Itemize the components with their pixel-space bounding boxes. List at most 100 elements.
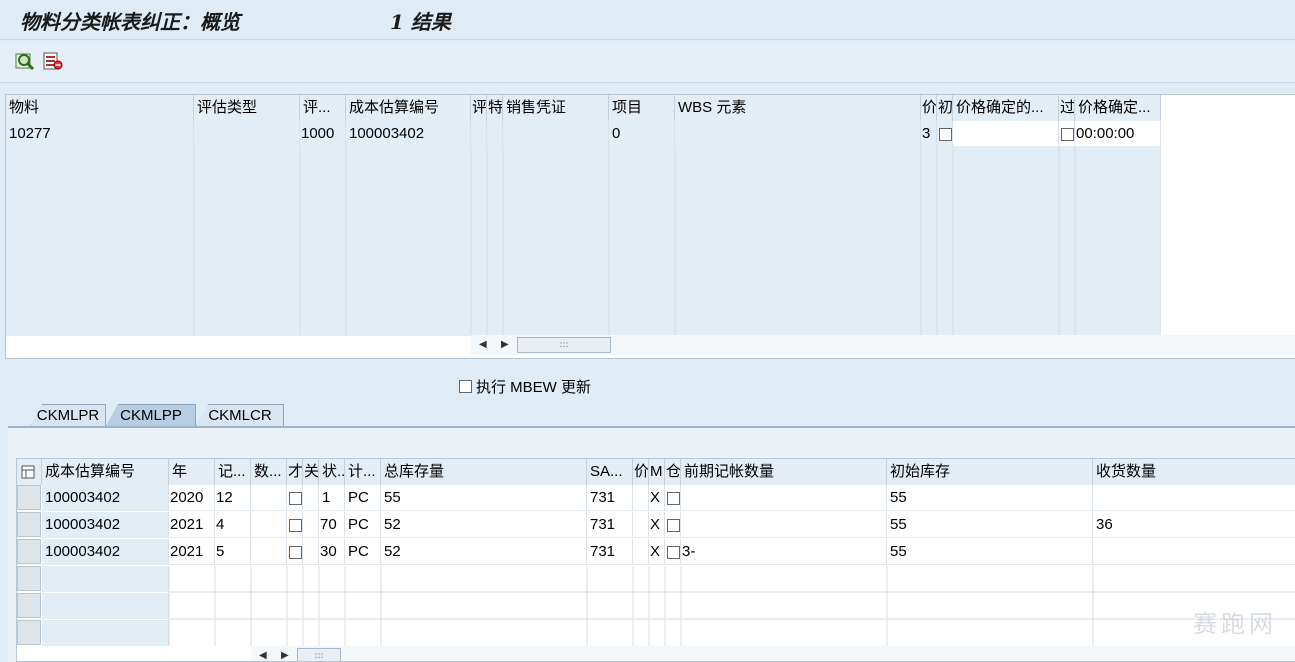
mbew-update-option[interactable]: 执行 MBEW 更新 <box>458 376 591 397</box>
cell-m: X <box>649 512 665 538</box>
cell-quantity <box>251 485 287 511</box>
scroll-left-icon[interactable]: ◀ <box>479 339 487 350</box>
cell-initial <box>937 121 953 147</box>
cell-total-stock: 55 <box>381 485 587 511</box>
not-checkbox[interactable] <box>289 545 302 559</box>
col-header-status[interactable]: 状... <box>319 459 345 485</box>
cell-warehouse <box>665 512 681 538</box>
col-header-sa[interactable]: SA... <box>587 459 633 485</box>
scroll-right-icon[interactable]: ▶ <box>281 650 289 661</box>
cell-posting-period: 5 <box>215 539 251 565</box>
not-checkbox[interactable] <box>289 518 302 532</box>
col-header-initial-stock[interactable]: 初始库存 <box>887 459 1093 485</box>
row-selector[interactable] <box>17 512 41 537</box>
cell-unit: PC <box>345 539 381 565</box>
horizontal-scrollbar[interactable]: ◀ ▶ ::: <box>471 335 1295 355</box>
cell-quantity <box>251 512 287 538</box>
grid-lines <box>193 147 1161 335</box>
mbew-update-checkbox[interactable] <box>459 380 472 393</box>
cell-price <box>633 512 649 538</box>
cell-m: X <box>649 539 665 565</box>
col-header-m[interactable]: M <box>649 459 665 485</box>
row-selector[interactable] <box>17 485 41 510</box>
col-header-initial[interactable]: 初 <box>937 95 953 121</box>
cell-initial-stock: 55 <box>887 539 1093 565</box>
col-header-not[interactable]: 才 <box>287 459 303 485</box>
col-header-material[interactable]: 物料 <box>6 95 194 121</box>
col-header-unit[interactable]: 计... <box>345 459 381 485</box>
tab-ckmlpr[interactable]: CKMLPR <box>30 404 106 426</box>
scroll-thumb[interactable]: ::: <box>517 337 611 353</box>
cell-price-determination[interactable] <box>953 121 1059 147</box>
col-header-total-stock[interactable]: 总库存量 <box>381 459 587 485</box>
cell-cost-estimate-number: 100003402 <box>42 512 169 538</box>
col-header-eval[interactable]: 评 <box>471 95 487 121</box>
col-header-warehouse[interactable]: 仓 <box>665 459 681 485</box>
col-header-valuation-area[interactable]: 评... <box>300 95 346 121</box>
col-header-closed[interactable]: 关 <box>303 459 319 485</box>
cell-initial-stock: 55 <box>887 485 1093 511</box>
col-header-prior-posted-quantity[interactable]: 前期记帐数量 <box>681 459 887 485</box>
pass-checkbox[interactable] <box>1061 127 1074 141</box>
not-checkbox[interactable] <box>289 491 302 505</box>
col-header-valuation-type[interactable]: 评估类型 <box>194 95 300 121</box>
mbew-update-label: 执行 MBEW 更新 <box>476 379 591 396</box>
col-header-price-determination-time[interactable]: 价格确定... <box>1075 95 1161 121</box>
scroll-right-icon[interactable]: ▶ <box>501 339 509 350</box>
cell-sa: 731 <box>587 539 633 565</box>
col-header-price-determination[interactable]: 价格确定的... <box>953 95 1059 121</box>
cell-wbs-element <box>675 121 921 147</box>
col-header-goods-receipt-quantity[interactable]: 收货数量 <box>1093 459 1295 485</box>
cell-item: 0 <box>609 121 675 147</box>
col-header-wbs-element[interactable]: WBS 元素 <box>675 95 921 121</box>
warehouse-checkbox[interactable] <box>667 545 680 559</box>
col-header-quantity[interactable]: 数... <box>251 459 287 485</box>
cell-prior-posted-quantity: 3- <box>681 539 887 565</box>
horizontal-scrollbar[interactable]: ◀ ▶ ::: <box>251 646 1295 661</box>
cell-goods-receipt-quantity <box>1093 485 1295 511</box>
cell-goods-receipt-quantity: 36 <box>1093 512 1295 538</box>
col-header-cost-estimate-number[interactable]: 成本估算编号 <box>42 459 169 485</box>
cell-unit: PC <box>345 512 381 538</box>
warehouse-checkbox[interactable] <box>667 518 680 532</box>
column-select-icon <box>21 465 35 479</box>
cell-status: 1 <box>319 485 345 511</box>
tab-ckmlpp[interactable]: CKMLPP <box>106 404 196 426</box>
cell-price <box>633 539 649 565</box>
choose-layout-button[interactable] <box>42 50 64 72</box>
tab-ckmlcr[interactable]: CKMLCR <box>196 404 284 426</box>
zoom-details-button[interactable] <box>14 50 36 72</box>
cell-warehouse <box>665 539 681 565</box>
cell-not <box>287 485 303 511</box>
col-header-pass[interactable]: 过 <box>1059 95 1075 121</box>
col-header-item[interactable]: 项目 <box>609 95 675 121</box>
col-header-year[interactable]: 年 <box>169 459 215 485</box>
cell-cost-estimate-number: 100003402 <box>346 121 471 147</box>
cell-unit: PC <box>345 485 381 511</box>
material-ledger-grid: 物料 评估类型 评... 成本估算编号 评 特 销售凭证 项目 WBS 元素 价… <box>5 94 1295 359</box>
cell-valuation-area: 1000 <box>300 121 346 147</box>
title-bar: 物料分类帐表纠正：概览 1 结果 <box>0 0 1295 40</box>
warehouse-checkbox[interactable] <box>667 491 680 505</box>
cell-material: 10277 <box>6 121 194 147</box>
cell-posting-period: 12 <box>215 485 251 511</box>
select-layout-button[interactable] <box>17 459 42 485</box>
cell-price-determination-time[interactable]: 00:00:00 <box>1075 121 1161 147</box>
col-header-posting-period[interactable]: 记... <box>215 459 251 485</box>
col-header-special[interactable]: 特 <box>487 95 503 121</box>
cell-total-stock: 52 <box>381 539 587 565</box>
cell-sales-document <box>503 121 609 147</box>
cell-status: 30 <box>319 539 345 565</box>
col-header-cost-estimate-number[interactable]: 成本估算编号 <box>346 95 471 121</box>
initial-checkbox[interactable] <box>939 127 952 141</box>
col-header-price[interactable]: 价 <box>633 459 649 485</box>
col-header-price[interactable]: 价 <box>921 95 937 121</box>
col-header-sales-document[interactable]: 销售凭证 <box>503 95 609 121</box>
cell-valuation-type <box>194 121 300 147</box>
scroll-thumb[interactable]: ::: <box>297 648 341 661</box>
cell-price <box>633 485 649 511</box>
cell-year: 2020 <box>169 485 215 511</box>
row-selector[interactable] <box>17 539 41 564</box>
cell-year: 2021 <box>169 512 215 538</box>
scroll-left-icon[interactable]: ◀ <box>259 650 267 661</box>
